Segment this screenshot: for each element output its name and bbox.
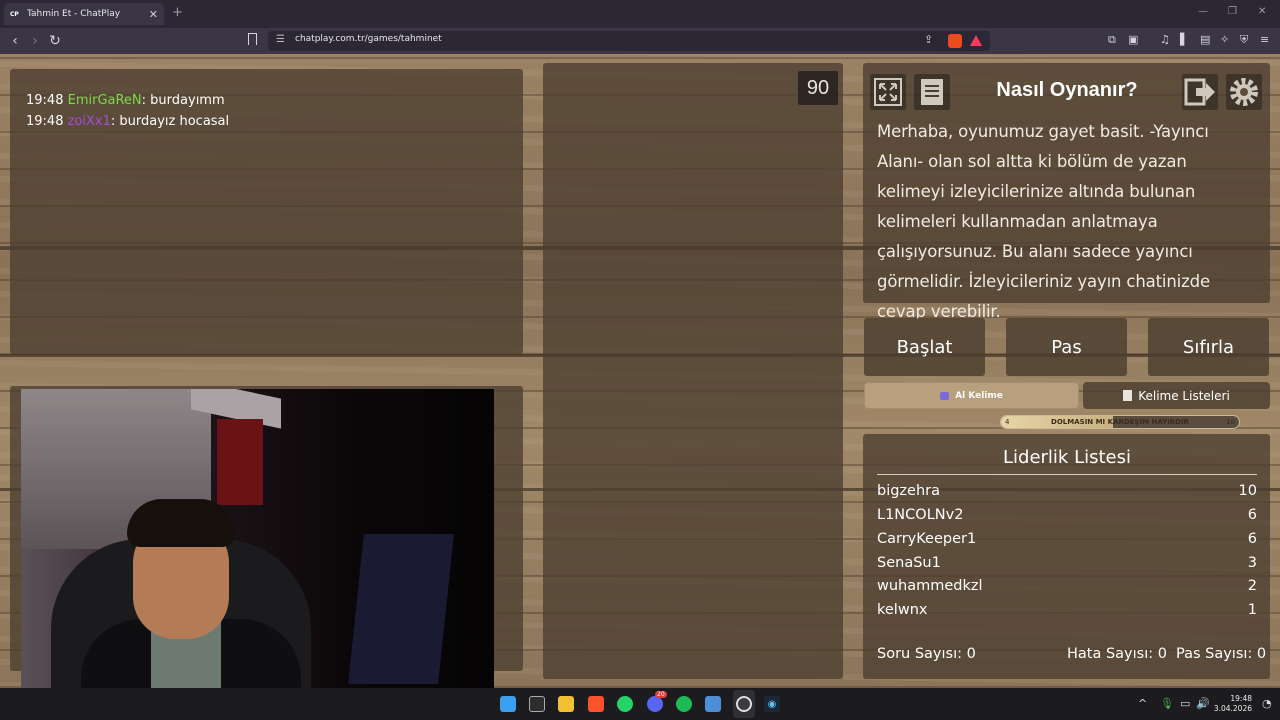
how-to-title: Nasıl Oynanır? — [996, 79, 1138, 101]
chat-message: 19:48 zoiXx1: burdayız hocasal — [26, 113, 230, 129]
list-icon — [1123, 390, 1133, 401]
url-text: chatplay.com.tr/games/tahminet — [295, 34, 442, 44]
chat-username: EmirGaReN — [67, 93, 142, 108]
robot-icon — [940, 391, 950, 400]
progress-label: DOLMASIN MI KARDEŞİM HAYIRDIR — [1051, 418, 1189, 426]
network-icon[interactable]: ▭ — [1180, 697, 1190, 710]
pass-button[interactable]: Pas — [1006, 318, 1127, 376]
volume-icon[interactable]: 🔊 — [1196, 697, 1210, 710]
windows-taskbar: 20 ◉ ^ 🎙 ▭ 🔊 19:48 3.04.2026 ◔ — [0, 688, 1280, 720]
forward-icon[interactable]: › — [26, 32, 44, 50]
notes-icon[interactable] — [914, 74, 950, 110]
take-word-label: Al Kelime — [955, 390, 1003, 401]
chat-message: 19:48 EmirGaReN: burdayımm — [26, 93, 225, 108]
leaderboard-row: CarryKeeper1 6 — [877, 531, 1257, 547]
microphone-icon[interactable]: 🎙 — [1160, 697, 1174, 710]
whatsapp-icon[interactable] — [617, 696, 633, 712]
leaderboard-row: kelwnx 1 — [877, 602, 1257, 618]
discord-icon[interactable]: 20 — [647, 691, 667, 712]
extensions-icon[interactable]: ⧉ — [1108, 33, 1116, 47]
logout-icon[interactable] — [1182, 74, 1218, 110]
clock-date: 3.04.2026 — [1213, 704, 1252, 713]
reset-button[interactable]: Sıfırla — [1148, 318, 1269, 376]
obs-icon[interactable] — [736, 696, 752, 712]
brave-browser-icon[interactable] — [588, 696, 604, 712]
menu-icon[interactable]: ≡ — [1260, 33, 1269, 46]
webcam-overlay — [21, 389, 494, 688]
goal-progress-bar: 4 DOLMASIN MI KARDEŞİM HAYIRDIR 10 — [1000, 415, 1240, 429]
how-to-text: Merhaba, oyunumuz gayet basit. -Yayıncı … — [877, 122, 1210, 321]
leo-ai-icon[interactable]: ✧ — [1220, 33, 1229, 46]
close-window-icon[interactable]: ✕ — [1258, 6, 1266, 17]
timer: 90 — [798, 71, 838, 105]
tray-overflow-icon[interactable]: ^ — [1138, 697, 1147, 710]
take-word-button[interactable]: Al Kelime — [864, 382, 1079, 409]
game-page: 19:48 EmirGaReN: burdayımm 19:48 zoiXx1:… — [0, 54, 1280, 688]
bookmark-icon[interactable] — [248, 33, 257, 45]
error-count: Hata Sayısı: 0 — [1067, 646, 1167, 662]
fullscreen-icon[interactable] — [870, 74, 906, 110]
taskbar-clock[interactable]: 19:48 3.04.2026 — [1210, 694, 1252, 714]
spotify-icon[interactable] — [676, 696, 692, 712]
leaderboard-row: bigzehra 10 — [877, 483, 1257, 499]
pass-count: Pas Sayısı: 0 — [1176, 646, 1267, 662]
network-app-icon[interactable] — [705, 696, 721, 712]
wallet-icon[interactable]: ▤ — [1200, 33, 1210, 46]
game-area — [543, 63, 843, 679]
brave-shields-icon[interactable] — [948, 34, 962, 48]
settings-gear-icon[interactable] — [1226, 74, 1262, 110]
progress-max: 10 — [1226, 418, 1235, 426]
new-tab-icon[interactable]: + — [172, 5, 183, 20]
media-icon[interactable]: ♫ — [1160, 33, 1170, 46]
leaderboard-row: L1NCOLNv2 6 — [877, 507, 1257, 523]
leaderboard-row: wuhammedkzl 2 — [877, 578, 1257, 594]
reload-icon[interactable]: ↻ — [46, 32, 64, 50]
file-explorer-icon[interactable] — [558, 696, 574, 712]
screenshot-icon[interactable]: ▣ — [1128, 33, 1138, 46]
task-view-icon[interactable] — [529, 696, 545, 712]
back-icon[interactable]: ‹ — [6, 32, 24, 50]
chat-log: 19:48 EmirGaReN: burdayımm 19:48 zoiXx1:… — [26, 91, 229, 132]
browser-tab[interactable]: CP Tahmin Et - ChatPlay ✕ — [4, 3, 164, 25]
chat-username: zoiXx1 — [67, 113, 111, 129]
chatplay-favicon-icon: CP — [10, 10, 19, 18]
share-icon[interactable]: ⇪ — [924, 33, 933, 46]
tab-close-icon[interactable]: ✕ — [149, 8, 158, 21]
minimize-icon[interactable]: — — [1198, 6, 1208, 17]
start-button[interactable]: Başlat — [864, 318, 985, 376]
word-lists-label: Kelime Listeleri — [1138, 388, 1230, 403]
browser-tab-bar: CP Tahmin Et - ChatPlay ✕ + — ❐ ✕ — [0, 0, 1280, 28]
clock-time: 19:48 — [1230, 694, 1252, 703]
sidebar-icon[interactable]: ▌ — [1180, 33, 1188, 46]
brave-rewards-icon[interactable] — [970, 35, 982, 46]
leaderboard-row: SenaSu1 3 — [877, 555, 1257, 571]
tab-title: Tahmin Et - ChatPlay — [27, 9, 121, 19]
windows-start-icon[interactable] — [500, 696, 516, 712]
steam-icon[interactable]: ◉ — [764, 696, 780, 712]
maximize-icon[interactable]: ❐ — [1228, 6, 1237, 17]
browser-toolbar: ‹ › ↻ ☰ chatplay.com.tr/games/tahminet ⇪… — [0, 28, 1280, 54]
address-bar[interactable]: ☰ chatplay.com.tr/games/tahminet ⇪ — [268, 31, 990, 51]
word-lists-button[interactable]: Kelime Listeleri — [1083, 382, 1270, 409]
site-settings-icon[interactable]: ☰ — [276, 34, 285, 45]
question-count: Soru Sayısı: 0 — [877, 646, 976, 662]
vpn-icon[interactable]: ⛨ — [1240, 33, 1248, 47]
notifications-icon[interactable]: ◔ — [1262, 697, 1272, 710]
leaderboard-title: Liderlik Listesi — [877, 447, 1257, 475]
discord-badge: 20 — [655, 691, 667, 698]
